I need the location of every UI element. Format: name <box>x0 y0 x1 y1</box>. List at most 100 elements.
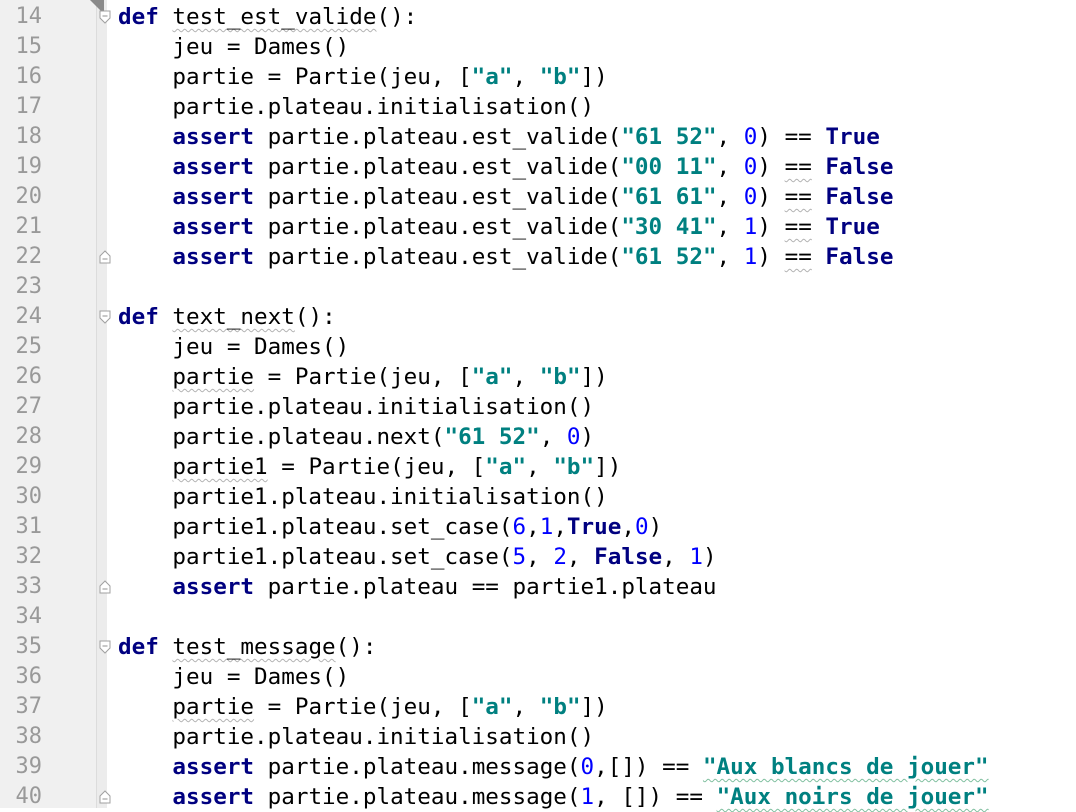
code-line[interactable]: assert partie.plateau.est_valide("00 11"… <box>118 152 893 182</box>
code-token: 0 <box>743 154 758 180</box>
code-token: False <box>594 544 663 570</box>
code-token: , <box>539 424 567 450</box>
code-token: (): <box>335 634 377 660</box>
code-line[interactable]: assert partie.plateau.est_valide("61 52"… <box>118 122 880 152</box>
code-line[interactable]: partie = Partie(jeu, ["a", "b"]) <box>118 692 607 722</box>
code-token: == <box>784 184 812 210</box>
line-number: 33 <box>15 574 43 599</box>
fold-end-icon[interactable] <box>98 250 112 264</box>
code-token: , <box>716 154 744 180</box>
code-line[interactable]: partie1.plateau.initialisation() <box>118 482 607 512</box>
code-token: ]) <box>594 454 622 480</box>
code-token: = Partie(jeu, [ <box>254 694 472 720</box>
code-line[interactable]: partie1.plateau.set_case(5, 2, False, 1) <box>118 542 716 572</box>
code-editor[interactable]: 14 15 16 17 18 19 20 21 22 23 24 25 26 27 28 29 30 31 32 33… <box>0 0 1076 810</box>
code-token: == <box>784 244 812 270</box>
code-line[interactable]: partie1.plateau.set_case(6,1,True,0) <box>118 512 662 542</box>
line-number: 22 <box>15 244 43 269</box>
code-line[interactable]: partie = Partie(jeu, ["a", "b"]) <box>118 62 607 92</box>
code-line[interactable]: jeu = Dames() <box>118 332 349 362</box>
code-token: "b" <box>539 364 581 390</box>
line-number: 26 <box>15 364 43 389</box>
code-line[interactable]: assert partie.plateau.est_valide("30 41"… <box>118 212 879 242</box>
code-token: partie1 <box>172 454 268 480</box>
code-token: partie.plateau.initialisation() <box>118 724 595 750</box>
code-token: True <box>825 124 880 150</box>
code-line[interactable]: partie.plateau.initialisation() <box>118 392 594 422</box>
code-line[interactable]: def test_est_valide(): <box>118 2 417 32</box>
code-token: partie <box>172 364 255 390</box>
fold-end-icon[interactable] <box>98 580 112 594</box>
code-token: 0 <box>580 754 595 780</box>
code-line[interactable]: def text_next(): <box>118 302 336 332</box>
code-line[interactable]: assert partie.plateau.est_valide("61 52"… <box>118 242 893 272</box>
line-number: 32 <box>15 544 43 569</box>
code-token: "b" <box>539 694 581 720</box>
fold-gutter <box>96 0 107 808</box>
code-token: "61 52" <box>444 424 540 450</box>
line-number: 38 <box>15 724 43 749</box>
code-line[interactable]: def test_message(): <box>118 632 376 662</box>
code-token: "61 52" <box>621 244 717 270</box>
code-line[interactable]: partie = Partie(jeu, ["a", "b"]) <box>118 362 608 392</box>
code-token: text_next <box>172 304 295 330</box>
code-token: ) <box>757 154 785 180</box>
code-token: 1 <box>689 544 703 570</box>
code-token: "a" <box>485 454 527 480</box>
code-token: , <box>716 184 744 210</box>
code-token: assert <box>172 244 255 270</box>
line-number: 27 <box>15 394 43 419</box>
code-line[interactable]: partie1 = Partie(jeu, ["a", "b"]) <box>118 452 621 482</box>
line-number: 35 <box>15 634 43 659</box>
fold-collapse-icon[interactable] <box>98 10 112 24</box>
line-number: 28 <box>15 424 43 449</box>
line-number: 20 <box>15 184 43 209</box>
code-line[interactable]: assert partie.plateau.est_valide("61 61"… <box>118 182 893 212</box>
code-token: jeu = Dames() <box>118 664 350 690</box>
code-token: assert <box>172 214 255 240</box>
code-token: partie <box>172 694 255 720</box>
code-token: True <box>566 514 622 540</box>
fold-collapse-icon[interactable] <box>98 640 112 654</box>
line-number: 37 <box>15 694 43 719</box>
code-token: test_est_valide <box>172 4 377 30</box>
code-line[interactable]: partie.plateau.initialisation() <box>118 722 594 752</box>
code-token: "b" <box>539 64 581 90</box>
code-token: "Aux blancs de jouer" <box>702 754 989 780</box>
code-token: ) <box>580 424 595 450</box>
fold-collapse-icon[interactable] <box>98 310 112 324</box>
code-token: "61 52" <box>621 124 717 150</box>
code-token: , <box>512 694 540 720</box>
code-token: 1 <box>580 784 595 810</box>
code-line[interactable]: jeu = Dames() <box>118 32 349 62</box>
code-token: ]) <box>580 364 608 390</box>
code-token: "a" <box>471 694 513 720</box>
code-token: partie.plateau == partie1.plateau <box>254 574 717 600</box>
code-token: partie1.plateau.set_case( <box>118 544 513 570</box>
code-token: 1 <box>743 214 758 240</box>
code-token: False <box>825 154 894 180</box>
code-line[interactable]: partie.plateau.next("61 52", 0) <box>118 422 594 452</box>
code-line[interactable]: partie.plateau.initialisation() <box>118 92 594 122</box>
code-token: partie.plateau.message( <box>254 754 581 780</box>
line-number: 24 <box>15 304 43 329</box>
code-token: assert <box>172 124 255 150</box>
code-token: partie.plateau.est_valide( <box>254 154 622 180</box>
code-token: partie.plateau.initialisation() <box>118 394 595 420</box>
code-token: False <box>825 244 894 270</box>
code-line[interactable]: assert partie.plateau == partie1.plateau <box>118 572 717 602</box>
code-token: "Aux noirs de jouer" <box>716 784 989 810</box>
fold-end-icon[interactable] <box>98 790 112 804</box>
code-line[interactable]: assert partie.plateau.message(0,[]) == "… <box>118 752 989 782</box>
code-token: , <box>526 454 554 480</box>
code-token: , <box>553 514 567 540</box>
code-line[interactable]: jeu = Dames() <box>118 662 349 692</box>
